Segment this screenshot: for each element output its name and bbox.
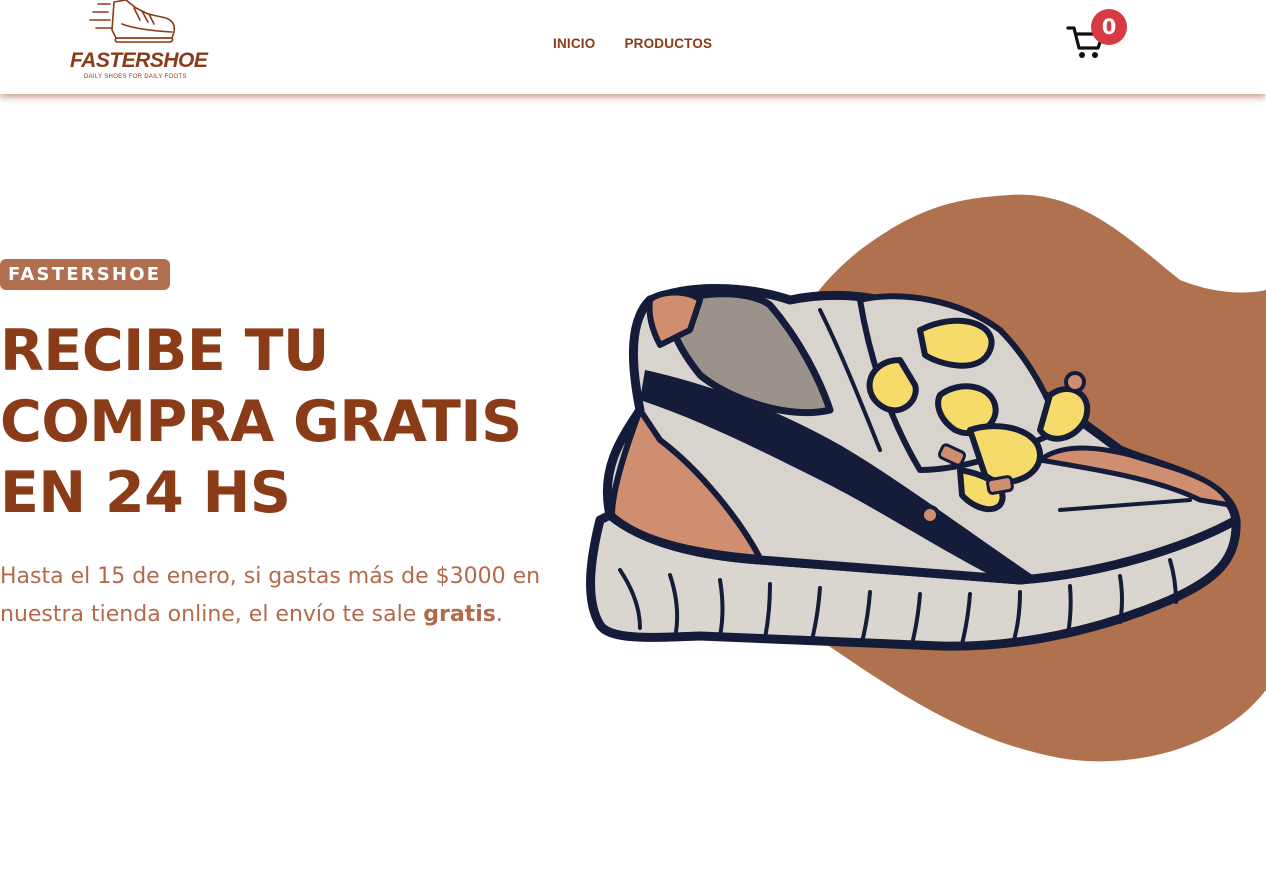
hero-badge: FASTERSHOE bbox=[0, 259, 171, 290]
headline-line: COMPRA GRATIS bbox=[0, 389, 522, 455]
shoe-logo-icon bbox=[89, 0, 176, 43]
nav-link-productos[interactable]: PRODUCTOS bbox=[624, 36, 712, 51]
hero-headline: RECIBE TU COMPRA GRATIS EN 24 HS bbox=[0, 316, 580, 529]
hero-description-bold: gratis bbox=[423, 602, 496, 627]
nav-link-inicio[interactable]: INICIO bbox=[553, 36, 595, 51]
hero-description: Hasta el 15 de enero, si gastas más de $… bbox=[0, 558, 560, 634]
hero-description-end: . bbox=[495, 602, 503, 627]
brand-logo[interactable]: FASTERSHOE DAILY SHOES FOR DAILY FOOTS bbox=[68, 0, 208, 90]
brand-tagline: DAILY SHOES FOR DAILY FOOTS bbox=[84, 74, 187, 80]
top-navbar: FASTERSHOE DAILY SHOES FOR DAILY FOOTS I… bbox=[0, 0, 1266, 94]
main-nav: INICIO PRODUCTOS bbox=[553, 36, 712, 51]
headline-line: EN 24 HS bbox=[0, 460, 291, 526]
headline-line: RECIBE TU bbox=[0, 318, 329, 384]
sneaker-illustration bbox=[586, 194, 1266, 762]
cart-count-badge[interactable]: 0 bbox=[1091, 9, 1127, 45]
brand-name: FASTERSHOE bbox=[70, 49, 208, 72]
